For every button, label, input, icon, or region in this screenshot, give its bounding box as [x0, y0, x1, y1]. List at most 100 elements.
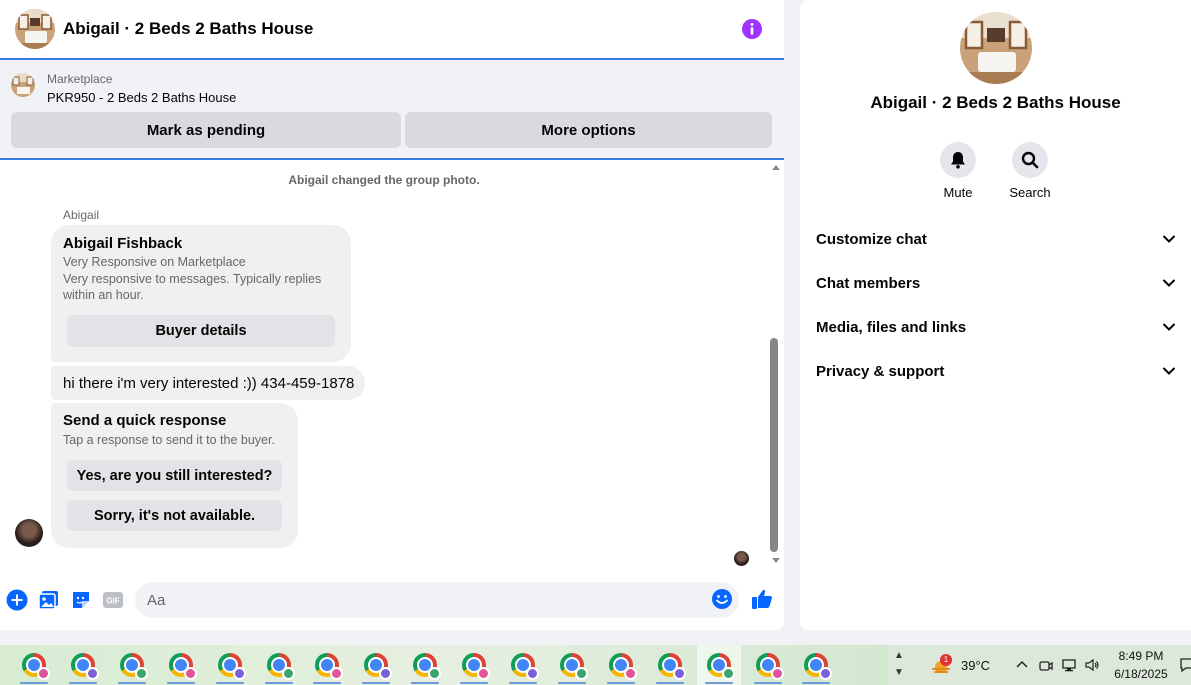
profile-badge-icon: [477, 667, 491, 680]
taskbar-chrome-button[interactable]: [12, 645, 56, 685]
listing-thumbnail[interactable]: [11, 73, 35, 97]
quick-reply-not-available[interactable]: Sorry, it's not available.: [67, 500, 282, 531]
gif-icon[interactable]: GIF: [101, 588, 125, 612]
chat-avatar[interactable]: [15, 9, 55, 49]
chrome-icon: [266, 653, 295, 680]
sticker-icon[interactable]: [69, 588, 93, 612]
chevron-up-icon[interactable]: [1014, 657, 1030, 673]
clock-date[interactable]: 6/18/2025: [1106, 667, 1176, 681]
chevron-down-icon: [1163, 323, 1175, 331]
taskbar-chrome-button[interactable]: [794, 645, 838, 685]
chrome-icon: [462, 653, 491, 680]
taskbar-chrome-button[interactable]: [452, 645, 496, 685]
running-indicator: [655, 682, 684, 684]
chevron-down-icon: [1163, 367, 1175, 375]
chrome-icon: [364, 653, 393, 680]
running-indicator: [20, 682, 48, 684]
mark-pending-button[interactable]: Mark as pending: [11, 112, 401, 148]
mute-button[interactable]: Mute: [928, 142, 988, 200]
conversation-avatar[interactable]: [960, 12, 1032, 84]
profile-badge-icon: [379, 667, 393, 680]
quick-response-subtitle: Tap a response to send it to the buyer.: [63, 433, 275, 447]
scroll-up-arrow-icon[interactable]: [772, 165, 780, 170]
notification-icon[interactable]: [1180, 657, 1191, 673]
running-indicator: [411, 682, 440, 684]
search-icon[interactable]: [1012, 142, 1048, 178]
system-tray: ▲ ▼ 1 39°C 8:49 PM 6/18/2025: [888, 645, 1191, 685]
taskbar-chrome-button[interactable]: [305, 645, 349, 685]
section-chat-members[interactable]: Chat members: [816, 271, 1176, 295]
search-in-conversation-button[interactable]: Search: [1000, 142, 1060, 200]
running-indicator: [362, 682, 391, 684]
buyer-name: Abigail Fishback: [63, 235, 183, 252]
conversation-title: Abigail · 2 Beds 2 Baths House: [870, 93, 1121, 112]
running-indicator: [215, 682, 244, 684]
taskbar-chrome-button[interactable]: [648, 645, 692, 685]
marketplace-bar: Marketplace PKR950 - 2 Beds 2 Baths Hous…: [0, 60, 784, 160]
profile-badge-icon: [37, 667, 50, 680]
like-icon[interactable]: [750, 587, 774, 611]
message-bubble[interactable]: hi there i'm very interested :)) 434-459…: [51, 366, 365, 400]
profile-badge-icon: [623, 667, 637, 680]
quick-reply-still-interested[interactable]: Yes, are you still interested?: [67, 460, 282, 491]
taskbar-chrome-button[interactable]: [110, 645, 154, 685]
photo-icon[interactable]: [37, 588, 61, 612]
listing-title[interactable]: PKR950 - 2 Beds 2 Baths House: [47, 90, 236, 105]
sender-avatar[interactable]: [15, 519, 43, 547]
network-icon[interactable]: [1061, 657, 1077, 673]
taskbar-chrome-button[interactable]: [403, 645, 447, 685]
volume-icon[interactable]: [1084, 657, 1100, 673]
profile-badge-icon: [134, 667, 148, 680]
responsiveness-note: Very Responsive on Marketplace: [63, 255, 246, 269]
meet-now-icon[interactable]: [1038, 657, 1054, 673]
section-label: Customize chat: [816, 230, 927, 248]
chat-title[interactable]: Abigail · 2 Beds 2 Baths House: [63, 19, 313, 39]
more-options-button[interactable]: More options: [405, 112, 772, 148]
section-privacy-support[interactable]: Privacy & support: [816, 359, 1176, 383]
sender-name: Abigail: [63, 208, 100, 222]
chrome-icon: [657, 653, 686, 680]
message-scrollbar[interactable]: [768, 162, 784, 570]
bell-icon[interactable]: [940, 142, 976, 178]
taskbar-chrome-button[interactable]: [550, 645, 594, 685]
chrome-icon: [217, 653, 246, 680]
chrome-icon: [706, 653, 735, 680]
profile-badge-icon: [526, 667, 539, 680]
profile-badge-icon: [770, 667, 784, 680]
composer: GIF: [0, 578, 784, 622]
chrome-icon: [22, 653, 50, 680]
running-indicator: [753, 682, 782, 684]
chrome-icon: [755, 653, 784, 680]
taskbar-chrome-button[interactable]: [746, 645, 790, 685]
weather-badge: 1: [940, 654, 952, 666]
message-input[interactable]: [135, 582, 739, 618]
search-label: Search: [1009, 185, 1051, 200]
emoji-icon[interactable]: [711, 588, 733, 610]
taskbar-chrome-button[interactable]: [599, 645, 643, 685]
scroll-thumb[interactable]: [770, 338, 778, 552]
taskbar-chrome-button[interactable]: [257, 645, 301, 685]
weather-temperature[interactable]: 39°C: [961, 658, 990, 673]
taskbar-chrome-button[interactable]: [696, 645, 741, 685]
chrome-icon: [413, 653, 442, 680]
buyer-details-button[interactable]: Buyer details: [67, 315, 335, 347]
section-customize-chat[interactable]: Customize chat: [816, 227, 1176, 251]
taskbar-chrome-button[interactable]: [354, 645, 398, 685]
profile-badge-icon: [574, 667, 588, 680]
profile-badge-icon: [183, 667, 197, 680]
taskbar-chrome-button[interactable]: [501, 645, 545, 685]
clock-time[interactable]: 8:49 PM: [1111, 649, 1171, 663]
running-indicator: [557, 682, 586, 684]
profile-badge-icon: [281, 667, 295, 680]
taskbar-scroll-arrows-icon[interactable]: ▲ ▼: [894, 647, 904, 681]
section-media-files-links[interactable]: Media, files and links: [816, 315, 1176, 339]
scroll-down-arrow-icon[interactable]: [772, 558, 780, 563]
plus-icon[interactable]: [5, 588, 29, 612]
info-icon[interactable]: [742, 19, 762, 39]
taskbar-chrome-button[interactable]: [61, 645, 105, 685]
conversation-info-panel: Abigail · 2 Beds 2 Baths House Mute Sear…: [800, 0, 1191, 630]
taskbar-chrome-button[interactable]: [159, 645, 203, 685]
message-list[interactable]: Abigail changed the group photo. Abigail…: [0, 162, 784, 570]
running-indicator: [460, 682, 489, 684]
taskbar-chrome-button[interactable]: [208, 645, 252, 685]
